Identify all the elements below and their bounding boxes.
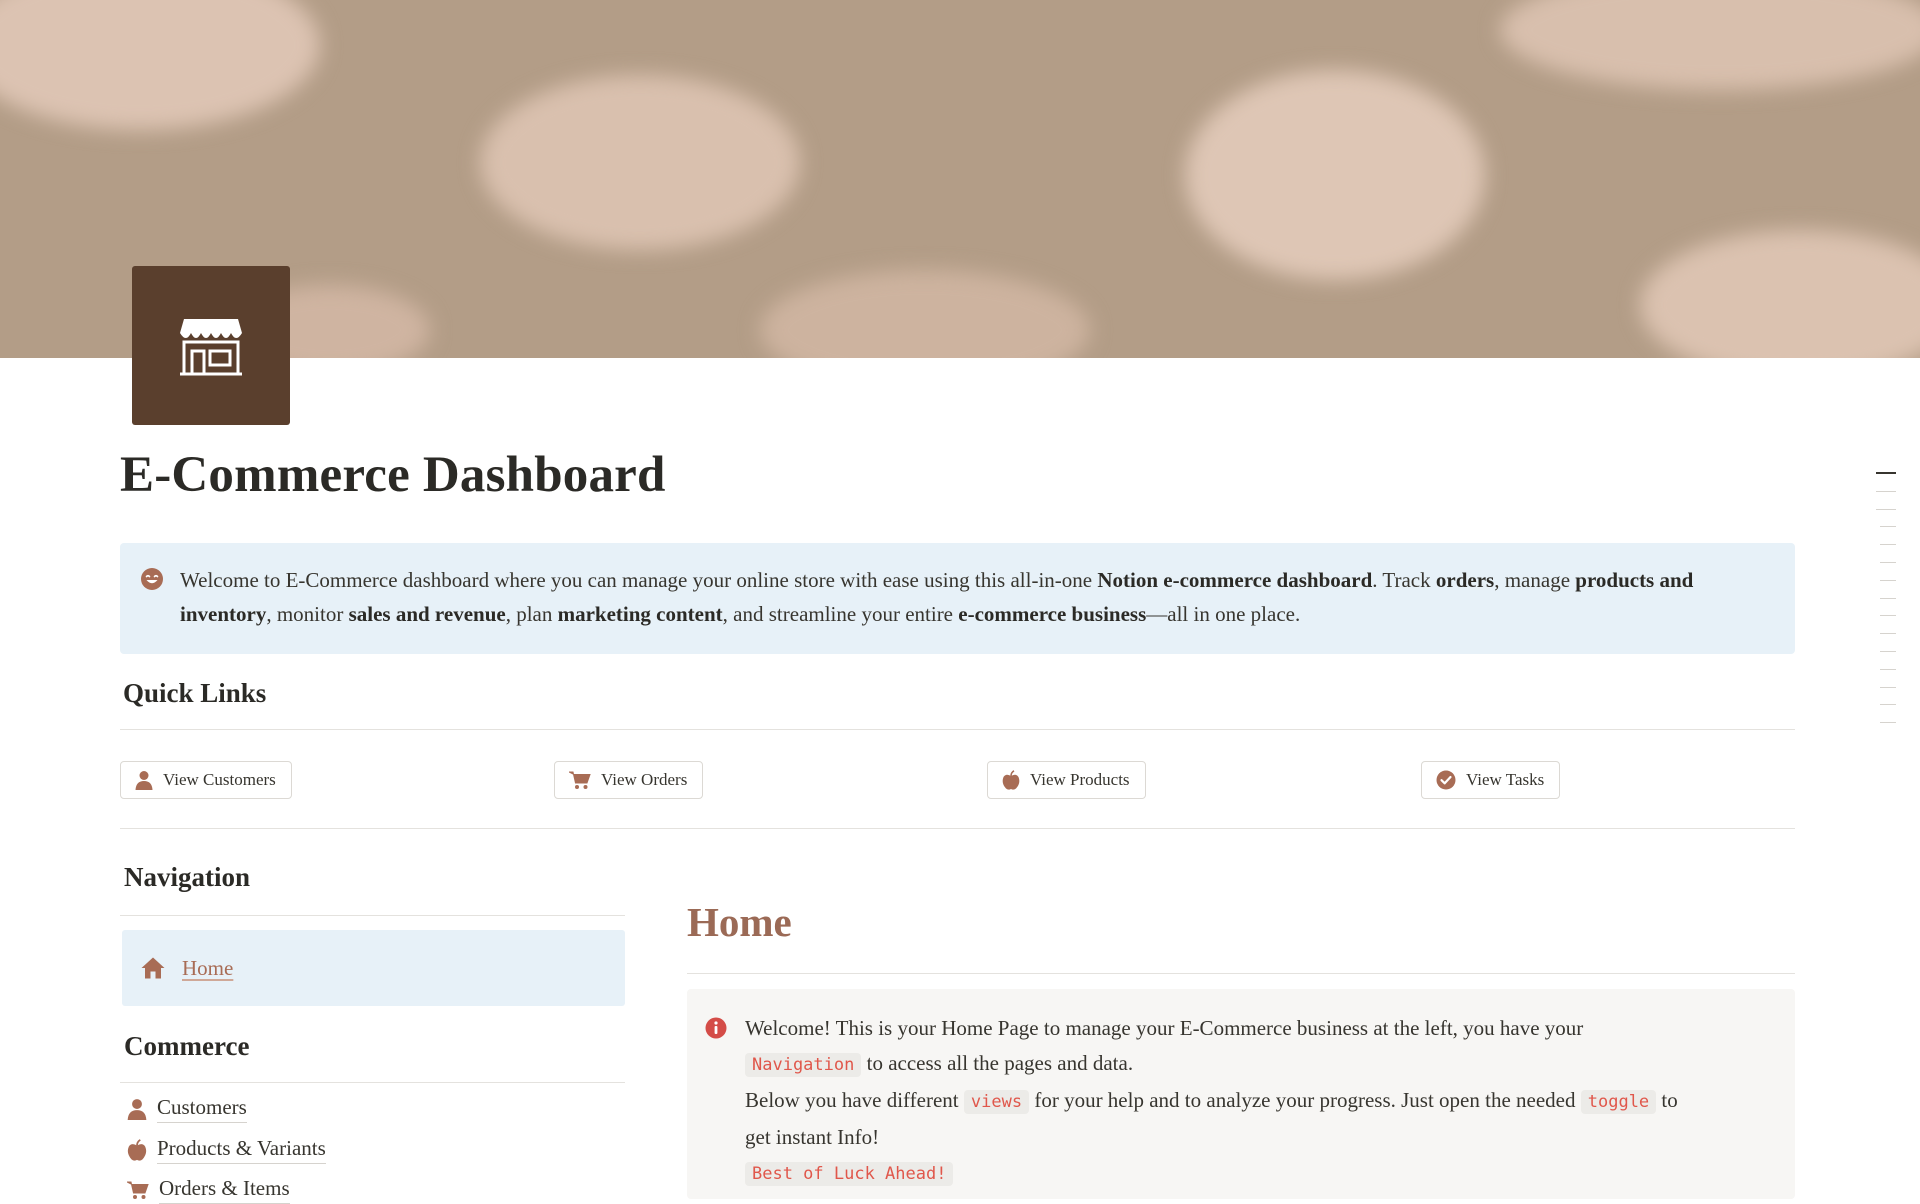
cart-icon [569,771,591,789]
callout-text: for your help and to analyze your progre… [1034,1088,1576,1112]
apple-icon [127,1139,147,1161]
outline-mark[interactable] [1880,650,1896,652]
person-icon [135,771,153,790]
view-customers-button[interactable]: View Customers [120,761,292,799]
outline-mark[interactable] [1880,544,1896,546]
intro-text-segment: Welcome to E-Commerce dashboard where yo… [180,568,1098,592]
outline-mark[interactable] [1880,526,1896,528]
outline-mark[interactable] [1876,508,1896,510]
intro-bold-text: orders [1435,568,1495,592]
divider [120,915,625,916]
code-views: views [963,1090,1030,1114]
outline-mark[interactable] [1876,490,1896,492]
cover-cloud [760,270,1090,358]
check-circle-icon [1436,770,1456,790]
callout-line: Below you have different views for your … [745,1083,1765,1120]
outline-mark[interactable] [1880,561,1896,563]
intro-text-segment: , monitor [266,602,349,626]
button-label: View Customers [163,770,276,789]
code-best-of-luck: Best of Luck Ahead! [745,1162,954,1186]
cover-cloud [1640,230,1920,358]
nav-item-products-variants[interactable]: Products & Variants [127,1136,326,1164]
button-label: View Orders [601,770,688,789]
divider [120,828,1795,829]
outline-mark[interactable] [1880,615,1896,617]
view-products-button[interactable]: View Products [987,761,1146,799]
apple-icon [1002,770,1020,790]
cart-icon [127,1181,149,1199]
intro-text-segment: , manage [1494,568,1576,592]
view-tasks-button[interactable]: View Tasks [1421,761,1561,799]
outline-mark[interactable] [1880,579,1896,581]
cover-cloud [0,0,320,130]
intro-callout: Welcome to E-Commerce dashboard where yo… [120,543,1795,654]
callout-line: Welcome! This is your Home Page to manag… [745,1011,1765,1046]
code-toggle: toggle [1580,1090,1657,1114]
divider [120,1082,625,1083]
smile-icon [140,567,164,601]
outline-mark[interactable] [1876,472,1896,474]
storefront-icon[interactable] [132,266,290,425]
nav-item-customers[interactable]: Customers [127,1095,247,1123]
person-icon [127,1099,147,1120]
callout-text: get instant Info! [745,1125,880,1149]
commerce-heading: Commerce [124,1031,250,1061]
intro-bold-text: sales and revenue [348,602,506,626]
cover-cloud [1185,70,1485,280]
nav-home-label[interactable]: Home [182,956,233,981]
intro-text-segment: —all in one place. [1146,602,1301,626]
home-info-callout: Welcome! This is your Home Page to manag… [687,989,1795,1199]
outline-mark[interactable] [1880,668,1896,670]
page-outline[interactable] [1876,472,1896,740]
callout-text: to access all the pages and data. [866,1051,1134,1075]
view-orders-button[interactable]: View Orders [554,761,704,799]
callout-text: to [1661,1088,1678,1112]
outline-mark[interactable] [1880,597,1896,599]
info-icon [705,1015,727,1050]
callout-line: Navigation to access all the pages and d… [745,1046,1765,1083]
nav-item-home[interactable]: Home [122,930,625,1006]
home-heading: Home [687,899,792,945]
intro-text-segment: , plan [505,602,558,626]
intro-text: Welcome to E-Commerce dashboard where yo… [180,568,1693,626]
code-navigation: Navigation [745,1053,862,1077]
cover-cloud [480,75,800,250]
cover-cloud [1500,0,1920,90]
button-label: View Products [1030,770,1130,789]
nav-item-label[interactable]: Orders & Items [159,1176,290,1204]
divider [120,729,1795,730]
house-icon [141,957,165,979]
nav-item-label[interactable]: Products & Variants [157,1136,326,1164]
intro-bold-text: e-commerce business [958,602,1147,626]
callout-text: Welcome! This is your Home Page to manag… [745,1016,1584,1040]
quick-links-heading: Quick Links [123,678,267,708]
callout-line: Best of Luck Ahead! [745,1155,1765,1192]
navigation-heading: Navigation [124,862,251,892]
page-title: E-Commerce Dashboard [120,447,666,503]
callout-line: get instant Info! [745,1120,1765,1155]
outline-mark[interactable] [1880,633,1896,635]
button-label: View Tasks [1466,770,1545,789]
callout-text: Below you have different [745,1088,959,1112]
nav-item-orders-items[interactable]: Orders & Items [127,1176,290,1204]
intro-text-segment: , and streamline your entire [722,602,959,626]
nav-item-label[interactable]: Customers [157,1095,247,1123]
outline-mark[interactable] [1880,704,1896,706]
intro-bold-text: marketing content [557,602,723,626]
outline-mark[interactable] [1880,686,1896,688]
intro-bold-text: Notion e-commerce dashboard [1097,568,1373,592]
intro-text-segment: . Track [1372,568,1436,592]
divider [687,973,1795,974]
outline-mark[interactable] [1880,722,1896,724]
